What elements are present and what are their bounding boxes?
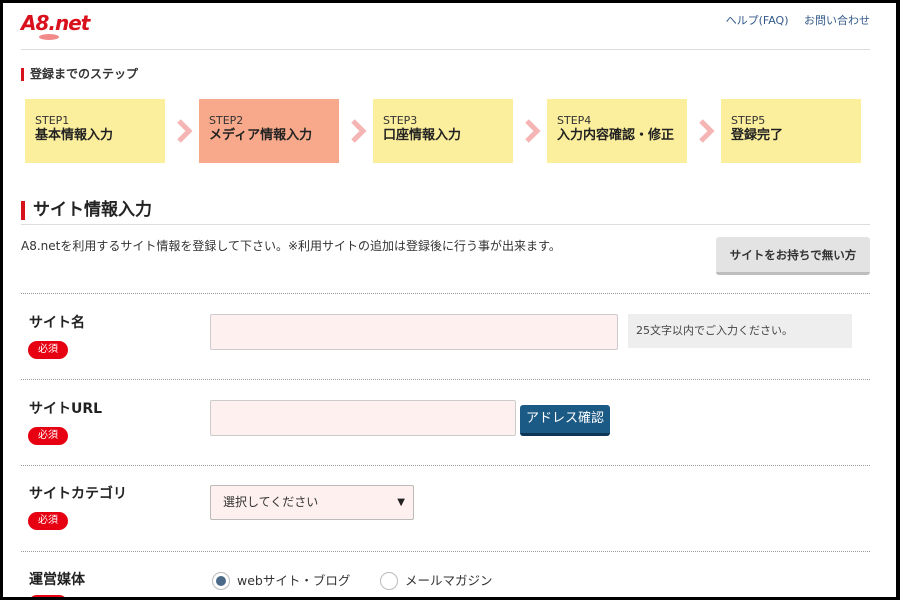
section-description: A8.netを利用するサイト情報を登録して下さい。※利用サイトの追加は登録後に行… [21,239,561,253]
step-number: STEP2 [209,114,244,127]
chevron-right-icon [525,119,541,143]
page-frame: A8.net ヘルプ(FAQ) お問い合わせ 登録までのステップ STEP1 基… [3,3,896,597]
step-number: STEP4 [557,114,592,127]
row-divider [21,551,870,552]
radio-label: メールマガジン [405,573,493,588]
row-divider [21,465,870,466]
site-category-select[interactable]: 選択してください ▼ [210,485,414,520]
row-divider [21,379,870,380]
step-3: STEP3 口座情報入力 [373,99,513,163]
step-number: STEP1 [35,114,70,127]
step-2: STEP2 メディア情報入力 [199,99,339,163]
chevron-right-icon [177,119,193,143]
site-name-hint: 25文字以内でご入力ください。 [628,314,852,348]
logo-swoosh-icon [39,34,59,40]
row-divider [21,293,870,294]
site-url-label: サイトURL [29,401,103,417]
required-badge: 必須 [28,341,68,359]
section-title: サイト情報入力 [21,199,152,221]
step-4: STEP4 入力内容確認・修正 [547,99,687,163]
required-badge: 必須 [28,512,68,530]
radio-unchecked-icon [380,572,398,590]
media-label: 運営媒体 [29,572,85,588]
site-category-label: サイトカテゴリ [29,486,127,502]
step-number: STEP5 [731,114,766,127]
step-name: 基本情報入力 [35,128,114,143]
step-1: STEP1 基本情報入力 [25,99,165,163]
required-badge: 必須 [28,595,68,597]
site-url-input[interactable] [210,400,516,436]
contact-link[interactable]: お問い合わせ [804,14,870,27]
radio-label: webサイト・ブログ [237,573,351,588]
chevron-right-icon [699,119,715,143]
section-divider [21,224,870,225]
header-links: ヘルプ(FAQ) お問い合わせ [714,12,870,28]
steps-heading: 登録までのステップ [21,68,138,81]
site-name-label: サイト名 [29,315,85,331]
step-name: メディア情報入力 [209,128,313,143]
required-badge: 必須 [28,427,68,445]
step-name: 登録完了 [731,128,784,143]
step-name: 入力内容確認・修正 [557,128,675,143]
logo-text: A8.net [21,11,90,35]
steps-bar: STEP1 基本情報入力 STEP2 メディア情報入力 STEP3 口座情報入力… [25,99,875,163]
media-radio-mailmagazine[interactable]: メールマガジン [380,571,500,593]
site-category-selected: 選択してください [223,495,319,509]
chevron-right-icon [351,119,367,143]
no-site-button[interactable]: サイトをお持ちで無い方 [716,237,870,275]
a8-logo[interactable]: A8.net [21,9,99,43]
header-divider [21,49,870,50]
help-faq-link[interactable]: ヘルプ(FAQ) [726,14,789,27]
media-radio-website[interactable]: webサイト・ブログ [212,571,352,593]
address-check-button[interactable]: アドレス確認 [520,405,610,436]
step-name: 口座情報入力 [383,128,462,143]
step-number: STEP3 [383,114,418,127]
dropdown-arrow-icon: ▼ [397,497,405,508]
radio-checked-icon [212,572,230,590]
site-name-input[interactable] [210,314,618,350]
step-5: STEP5 登録完了 [721,99,861,163]
